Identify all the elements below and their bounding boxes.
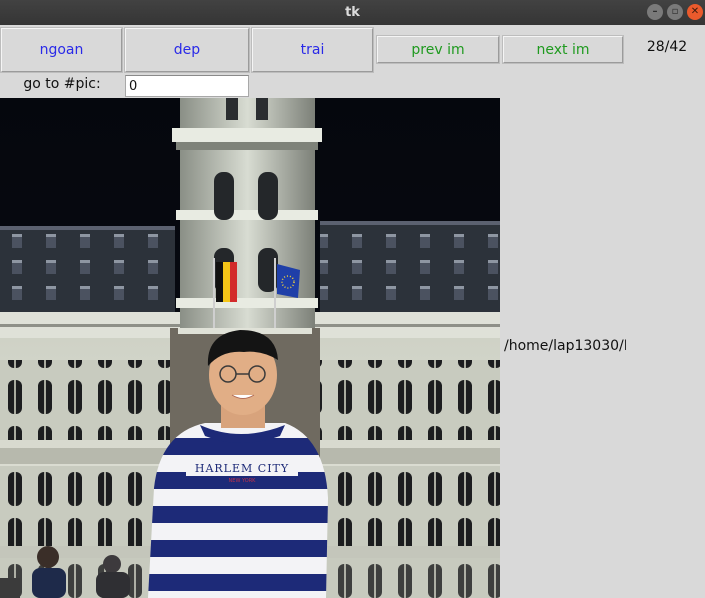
shirt-print-text: HARLEM CITY [195, 462, 289, 475]
photo-display: HARLEM CITY NEW YORK [0, 98, 500, 598]
window-title: tk [345, 5, 360, 20]
dep-button[interactable]: dep [125, 28, 249, 72]
close-icon[interactable]: ✕ [687, 4, 703, 20]
ngoan-button[interactable]: ngoan [1, 28, 122, 72]
minimize-icon[interactable]: – [647, 4, 663, 20]
next-image-button[interactable]: next im [503, 36, 623, 63]
maximize-icon[interactable]: ▫ [667, 4, 683, 20]
shirt-print-subtext: NEW YORK [229, 478, 257, 484]
image-counter: 28/42 [646, 39, 688, 55]
file-path-label: /home/lap13030/De [504, 338, 626, 354]
trai-button[interactable]: trai [252, 28, 373, 72]
photo-image: HARLEM CITY NEW YORK [0, 98, 500, 598]
goto-pic-input[interactable] [125, 75, 249, 97]
app-window: ngoan dep trai prev im next im 28/42 go … [0, 25, 705, 598]
prev-image-button[interactable]: prev im [377, 36, 499, 63]
window-title-bar[interactable]: tk – ▫ ✕ [0, 0, 705, 25]
goto-label: go to #pic: [23, 76, 101, 92]
